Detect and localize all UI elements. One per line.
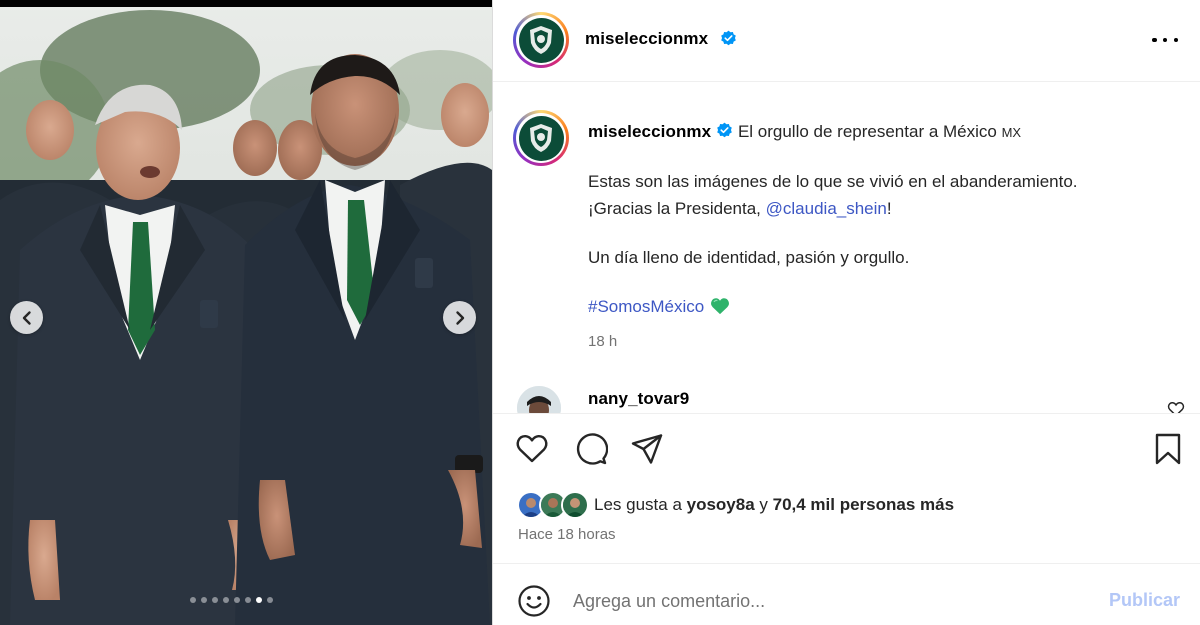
comments-section[interactable]: miseleccionmx El orgullo de representar … <box>493 83 1200 413</box>
carousel-dot <box>212 597 218 603</box>
carousel-next-button[interactable] <box>443 301 476 334</box>
liker-avatar <box>561 491 589 519</box>
liker-username[interactable]: yosoy8a <box>687 495 755 514</box>
add-comment-bar: Publicar <box>493 563 1200 625</box>
verified-badge-icon <box>717 122 733 138</box>
chevron-left-icon <box>22 310 31 325</box>
commenter-username[interactable]: nany_tovar9 <box>588 389 689 409</box>
team-crest-icon <box>530 124 552 152</box>
publish-button[interactable]: Publicar <box>1109 590 1180 611</box>
chevron-right-icon <box>455 310 464 325</box>
caption-line-1: El orgullo de representar a México <box>737 122 997 141</box>
caption-username[interactable]: miseleccionmx <box>588 122 711 141</box>
caption-author-avatar[interactable] <box>513 110 569 166</box>
green-heart-icon <box>711 298 730 315</box>
post-date: Hace 18 horas <box>518 526 616 543</box>
mention-link[interactable]: @claudia_shein <box>766 199 887 218</box>
more-dot <box>1162 37 1168 43</box>
comment-like-heart-icon[interactable] <box>1167 401 1185 413</box>
carousel-dot <box>245 597 251 603</box>
carousel-dot <box>201 597 207 603</box>
send-icon[interactable] <box>630 432 664 466</box>
author-avatar[interactable] <box>513 12 569 68</box>
comment-item: nany_tovar9 <box>493 383 1200 413</box>
media-top-bar <box>0 0 492 7</box>
likes-text: Les gusta a yosoy8a y 70,4 mil personas … <box>594 495 954 515</box>
verified-badge-icon <box>721 30 736 46</box>
likes-middle: y <box>754 495 773 514</box>
more-dot <box>1173 37 1178 43</box>
heart-icon[interactable] <box>515 432 549 466</box>
comment-icon[interactable] <box>574 432 608 466</box>
commenter-photo <box>517 386 561 413</box>
carousel-indicator <box>190 597 273 603</box>
post-side-panel: miseleccionmx miseleccionmx El orgullo d… <box>492 0 1200 625</box>
bookmark-icon[interactable] <box>1151 432 1185 466</box>
smiley-icon[interactable] <box>517 584 551 618</box>
caption-line-2: Estas son las imágenes de lo que se vivi… <box>588 172 1078 191</box>
carousel-prev-button[interactable] <box>10 301 43 334</box>
team-crest-icon <box>530 26 552 54</box>
carousel-dot <box>256 597 262 603</box>
post-media-carousel[interactable] <box>0 0 492 625</box>
post-header: miseleccionmx <box>493 0 1200 82</box>
liker-avatars <box>517 491 589 519</box>
post-caption: miseleccionmx El orgullo de representar … <box>588 118 1178 320</box>
caption-line-4: Un día lleno de identidad, pasión y orgu… <box>588 248 910 267</box>
carousel-dot <box>223 597 229 603</box>
post-actions: Les gusta a yosoy8a y 70,4 mil personas … <box>493 413 1200 563</box>
flag-text: MX <box>1001 125 1022 140</box>
comment-input[interactable] <box>573 586 1093 616</box>
more-options-button[interactable] <box>1152 30 1178 50</box>
author-username[interactable]: miseleccionmx <box>585 29 708 49</box>
hashtag-link[interactable]: #SomosMéxico <box>588 297 704 316</box>
carousel-dot <box>234 597 240 603</box>
carousel-dot <box>267 597 273 603</box>
likes-count[interactable]: 70,4 mil personas más <box>773 495 954 514</box>
caption-timestamp: 18 h <box>588 333 618 350</box>
carousel-dot <box>190 597 196 603</box>
more-horizontal-icon <box>1152 37 1157 43</box>
likes-prefix: Les gusta a <box>594 495 687 514</box>
caption-line-3-prefix: ¡Gracias la Presidenta, <box>588 199 766 218</box>
caption-line-3-suffix: ! <box>886 199 892 218</box>
post-photo <box>0 0 492 625</box>
likes-summary[interactable]: Les gusta a yosoy8a y 70,4 mil personas … <box>517 491 954 519</box>
commenter-avatar[interactable] <box>517 386 561 413</box>
